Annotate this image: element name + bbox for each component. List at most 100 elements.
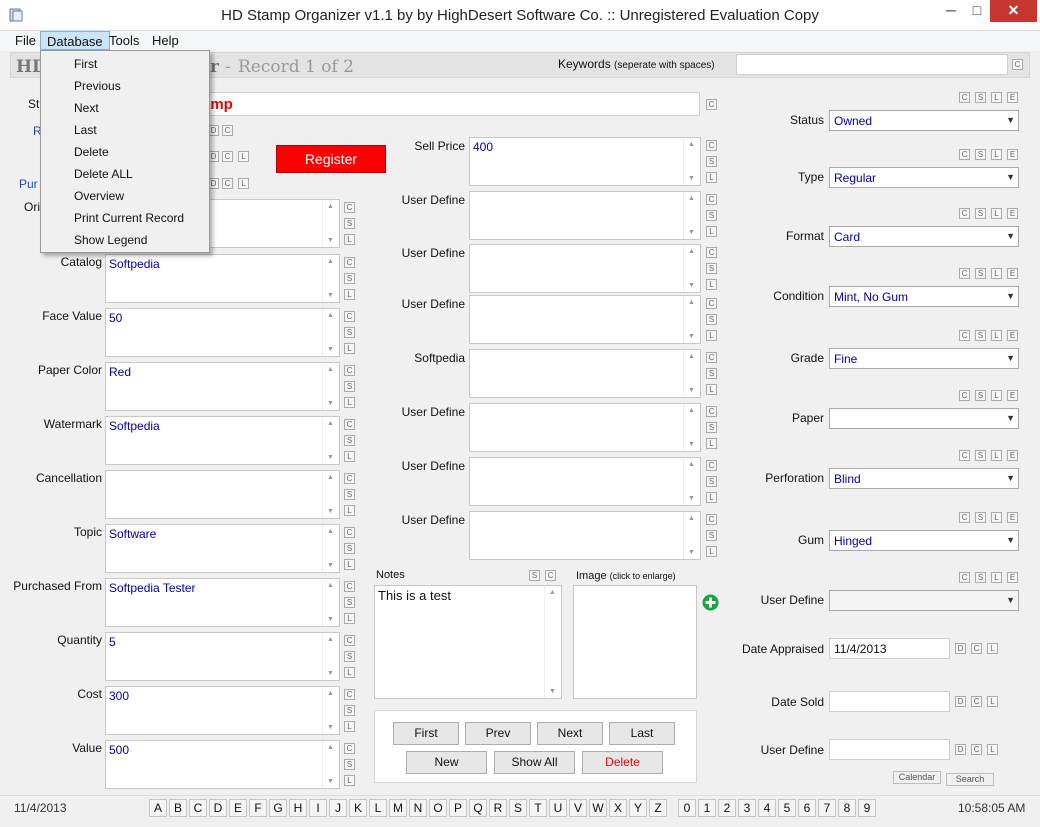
right-7-btn-c[interactable]: C	[959, 512, 970, 523]
right-3-btn-l[interactable]: L	[991, 268, 1002, 279]
mid-1-btn-s[interactable]: S	[706, 210, 717, 221]
right-select-5[interactable]: ▼	[829, 408, 1019, 429]
scrollbar[interactable]: ▲ ▼	[322, 687, 339, 734]
scrollbar[interactable]: ▲ ▼	[322, 309, 339, 356]
mid-3-btn-s[interactable]: S	[706, 314, 717, 325]
filter-letter-c[interactable]: C	[189, 799, 207, 817]
left-field-8[interactable]: 300 ▲ ▼	[105, 686, 340, 735]
left-field-7[interactable]: 5 ▲ ▼	[105, 632, 340, 681]
right-select-1[interactable]: Regular ▼	[829, 167, 1019, 188]
filter-digit-1[interactable]: 1	[698, 799, 716, 817]
delete-button[interactable]: Delete	[582, 751, 663, 774]
mid-2-btn-s[interactable]: S	[706, 263, 717, 274]
left-field-3[interactable]: Softpedia ▲ ▼	[105, 416, 340, 465]
left-1-btn-l[interactable]: L	[344, 343, 355, 354]
left-1-btn-s[interactable]: S	[344, 327, 355, 338]
filter-digit-7[interactable]: 7	[818, 799, 836, 817]
right-7-btn-s[interactable]: S	[975, 512, 986, 523]
left-4-btn-l[interactable]: L	[344, 505, 355, 516]
scrollbar[interactable]: ▲ ▼	[683, 192, 700, 239]
pur-c-button[interactable]: C	[222, 178, 233, 189]
filter-letter-z[interactable]: Z	[649, 799, 667, 817]
left-8-btn-l[interactable]: L	[344, 721, 355, 732]
right-2-btn-l[interactable]: L	[991, 208, 1002, 219]
mid-5-btn-l[interactable]: L	[706, 438, 717, 449]
maximize-button[interactable]: □	[964, 0, 990, 22]
left-0-btn-l[interactable]: L	[344, 289, 355, 300]
date-2-btn-l[interactable]: L	[987, 744, 998, 755]
database-menu-item-print-current-record[interactable]: Print Current Record	[74, 211, 184, 225]
right-7-btn-l[interactable]: L	[991, 512, 1002, 523]
scrollbar[interactable]: ▲ ▼	[322, 633, 339, 680]
filter-letter-g[interactable]: G	[269, 799, 287, 817]
right-select-4[interactable]: Fine ▼	[829, 348, 1019, 369]
scrollbar[interactable]: ▲ ▼	[683, 350, 700, 397]
right-3-btn-s[interactable]: S	[975, 268, 986, 279]
show-all-button[interactable]: Show All	[494, 751, 575, 774]
scrollbar[interactable]: ▲ ▼	[322, 579, 339, 626]
right-6-btn-e[interactable]: E	[1007, 450, 1018, 461]
scrollbar[interactable]: ▲ ▼	[322, 471, 339, 518]
right-5-btn-l[interactable]: L	[991, 390, 1002, 401]
minimize-button[interactable]: ─	[938, 0, 964, 22]
left-2-btn-c[interactable]: C	[344, 365, 355, 376]
right-select-6[interactable]: Blind ▼	[829, 468, 1019, 489]
left-3-btn-s[interactable]: S	[344, 435, 355, 446]
date-input-2[interactable]	[829, 739, 950, 760]
filter-digit-9[interactable]: 9	[858, 799, 876, 817]
filter-letter-s[interactable]: S	[509, 799, 527, 817]
right-4-btn-l[interactable]: L	[991, 330, 1002, 341]
scrollbar[interactable]: ▲ ▼	[683, 296, 700, 343]
left-8-btn-s[interactable]: S	[344, 705, 355, 716]
left-3-btn-l[interactable]: L	[344, 451, 355, 462]
last-button[interactable]: Last	[609, 722, 675, 745]
date-2-btn-c[interactable]: C	[971, 744, 982, 755]
date-0-btn-l[interactable]: L	[987, 643, 998, 654]
date-1-btn-d[interactable]: D	[955, 696, 966, 707]
r2-c-button[interactable]: C	[222, 151, 233, 162]
left-field-4[interactable]: ▲ ▼	[105, 470, 340, 519]
filter-digit-8[interactable]: 8	[838, 799, 856, 817]
mid-7-btn-l[interactable]: L	[706, 546, 717, 557]
filter-letter-x[interactable]: X	[609, 799, 627, 817]
menu-database[interactable]: Database	[40, 31, 110, 50]
mid-field-4[interactable]: ▲ ▼	[469, 349, 701, 398]
right-3-btn-e[interactable]: E	[1007, 268, 1018, 279]
filter-letter-b[interactable]: B	[169, 799, 187, 817]
filter-letter-l[interactable]: L	[369, 799, 387, 817]
database-menu-item-last[interactable]: Last	[74, 123, 97, 137]
right-8-btn-s[interactable]: S	[975, 572, 986, 583]
filter-letter-p[interactable]: P	[449, 799, 467, 817]
filter-letter-w[interactable]: W	[589, 799, 607, 817]
filter-letter-j[interactable]: J	[329, 799, 347, 817]
right-0-btn-e[interactable]: E	[1007, 92, 1018, 103]
filter-letter-f[interactable]: F	[249, 799, 267, 817]
right-1-btn-e[interactable]: E	[1007, 149, 1018, 160]
left-field-1[interactable]: 50 ▲ ▼	[105, 308, 340, 357]
left-0-btn-c[interactable]: C	[344, 257, 355, 268]
right-1-btn-s[interactable]: S	[975, 149, 986, 160]
left-5-btn-c[interactable]: C	[344, 527, 355, 538]
left-7-btn-c[interactable]: C	[344, 635, 355, 646]
filter-letter-d[interactable]: D	[209, 799, 227, 817]
origin-s[interactable]: S	[344, 218, 355, 229]
right-8-btn-l[interactable]: L	[991, 572, 1002, 583]
menu-tools[interactable]: Tools	[103, 31, 145, 50]
filter-digit-2[interactable]: 2	[718, 799, 736, 817]
right-5-btn-s[interactable]: S	[975, 390, 986, 401]
filter-digit-4[interactable]: 4	[758, 799, 776, 817]
mid-field-0[interactable]: 400 ▲ ▼	[469, 137, 701, 186]
mid-field-3[interactable]: ▲ ▼	[469, 295, 701, 344]
new-button[interactable]: New	[406, 751, 487, 774]
filter-letter-v[interactable]: V	[569, 799, 587, 817]
scrollbar[interactable]: ▲ ▼	[683, 245, 700, 292]
right-select-7[interactable]: Hinged ▼	[829, 530, 1019, 551]
close-button[interactable]: ✕	[990, 0, 1037, 22]
menu-file[interactable]: File	[9, 31, 42, 50]
filter-letter-h[interactable]: H	[289, 799, 307, 817]
mid-2-btn-c[interactable]: C	[706, 247, 717, 258]
left-6-btn-c[interactable]: C	[344, 581, 355, 592]
mid-3-btn-l[interactable]: L	[706, 330, 717, 341]
notes-textarea[interactable]: This is a test ▲ ▼	[374, 585, 562, 699]
left-field-5[interactable]: Software ▲ ▼	[105, 524, 340, 573]
